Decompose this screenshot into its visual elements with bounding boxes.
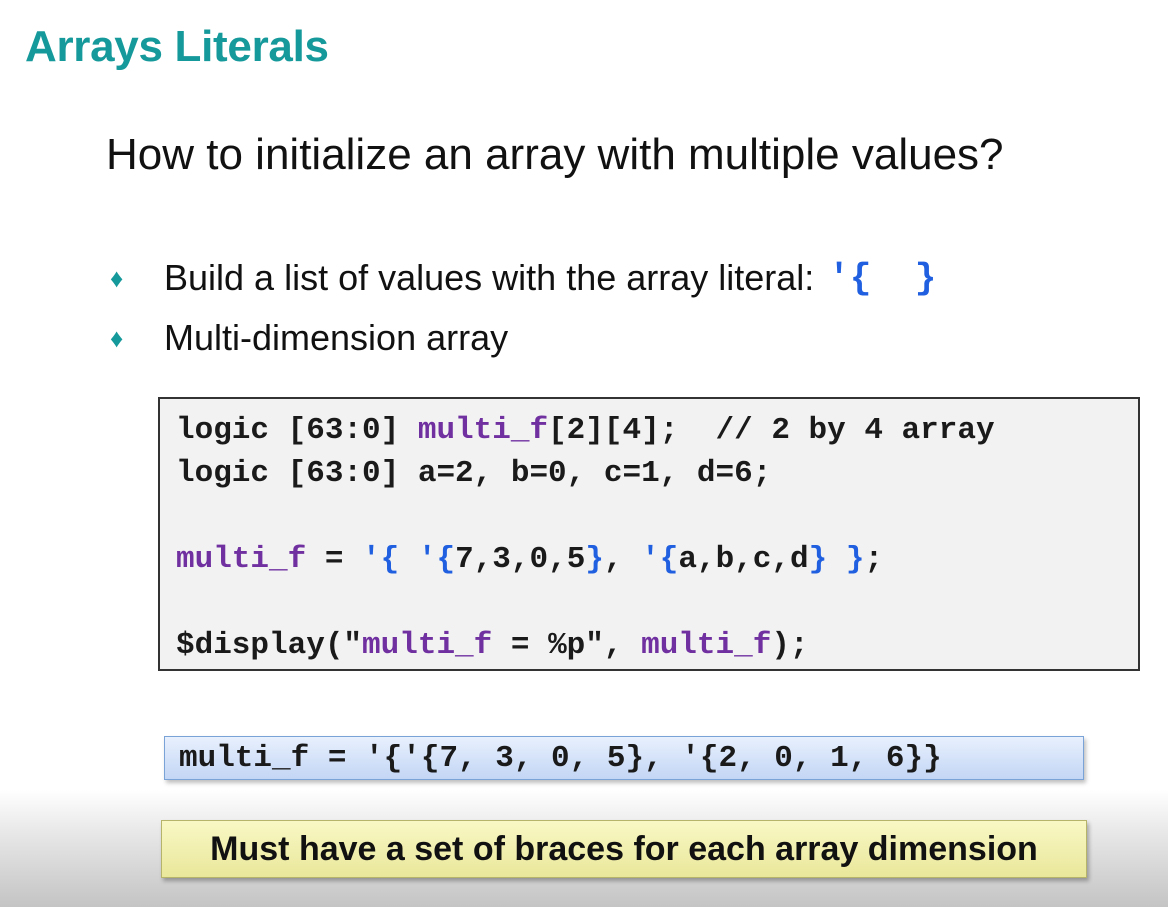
bullet-item-array-literal: ♦ Build a list of values with the array …: [110, 248, 936, 308]
code-block: logic [63:0] multi_f[2][4]; // 2 by 4 ar…: [158, 397, 1140, 671]
diamond-bullet-icon: ♦: [110, 262, 124, 293]
bullet-list: ♦ Build a list of values with the array …: [110, 248, 936, 368]
code-brace: '{: [362, 542, 400, 577]
bullet-text: Multi-dimension array: [164, 317, 509, 358]
code-token: ;: [864, 542, 884, 577]
code-token: [2][4]; // 2 by 4 array: [548, 413, 995, 448]
code-line-declaration: logic [63:0] multi_f[2][4]; // 2 by 4 ar…: [176, 409, 1138, 452]
code-brace: }: [808, 542, 828, 577]
output-box: multi_f = '{'{7, 3, 0, 5}, '{2, 0, 1, 6}…: [164, 736, 1084, 780]
code-token: = %p",: [492, 628, 642, 663]
code-line-assignment: multi_f = '{ '{7,3,0,5}, '{a,b,c,d} };: [176, 538, 1138, 581]
question-heading: How to initialize an array with multiple…: [106, 130, 1004, 179]
code-token: =: [306, 542, 363, 577]
bullet-text: Build a list of values with the array li…: [164, 257, 815, 298]
inline-code-array-literal: '{ }: [828, 257, 937, 299]
note-callout: Must have a set of braces for each array…: [161, 820, 1087, 878]
code-variable: multi_f: [417, 413, 549, 448]
code-token: logic [63:0]: [176, 413, 418, 448]
code-line-display: $display("multi_f = %p", multi_f);: [176, 624, 1138, 667]
code-variable: multi_f: [176, 542, 307, 577]
code-brace: '{: [417, 542, 456, 577]
code-brace: }: [585, 542, 604, 577]
code-token: );: [771, 628, 809, 663]
code-variable: multi_f: [362, 628, 493, 663]
slide-title: Arrays Literals: [25, 22, 329, 71]
code-brace: '{: [641, 542, 679, 577]
code-brace: }: [845, 542, 865, 577]
code-variable: multi_f: [641, 628, 772, 663]
code-token: 7,3,0,5: [455, 542, 586, 577]
code-token: $display(": [176, 628, 363, 663]
code-token: a,b,c,d: [678, 542, 809, 577]
code-line-values: logic [63:0] a=2, b=0, c=1, d=6;: [176, 456, 772, 491]
bullet-item-multi-dimension: ♦ Multi-dimension array: [110, 308, 936, 368]
code-token: ,: [603, 542, 642, 577]
diamond-bullet-icon: ♦: [110, 322, 124, 353]
